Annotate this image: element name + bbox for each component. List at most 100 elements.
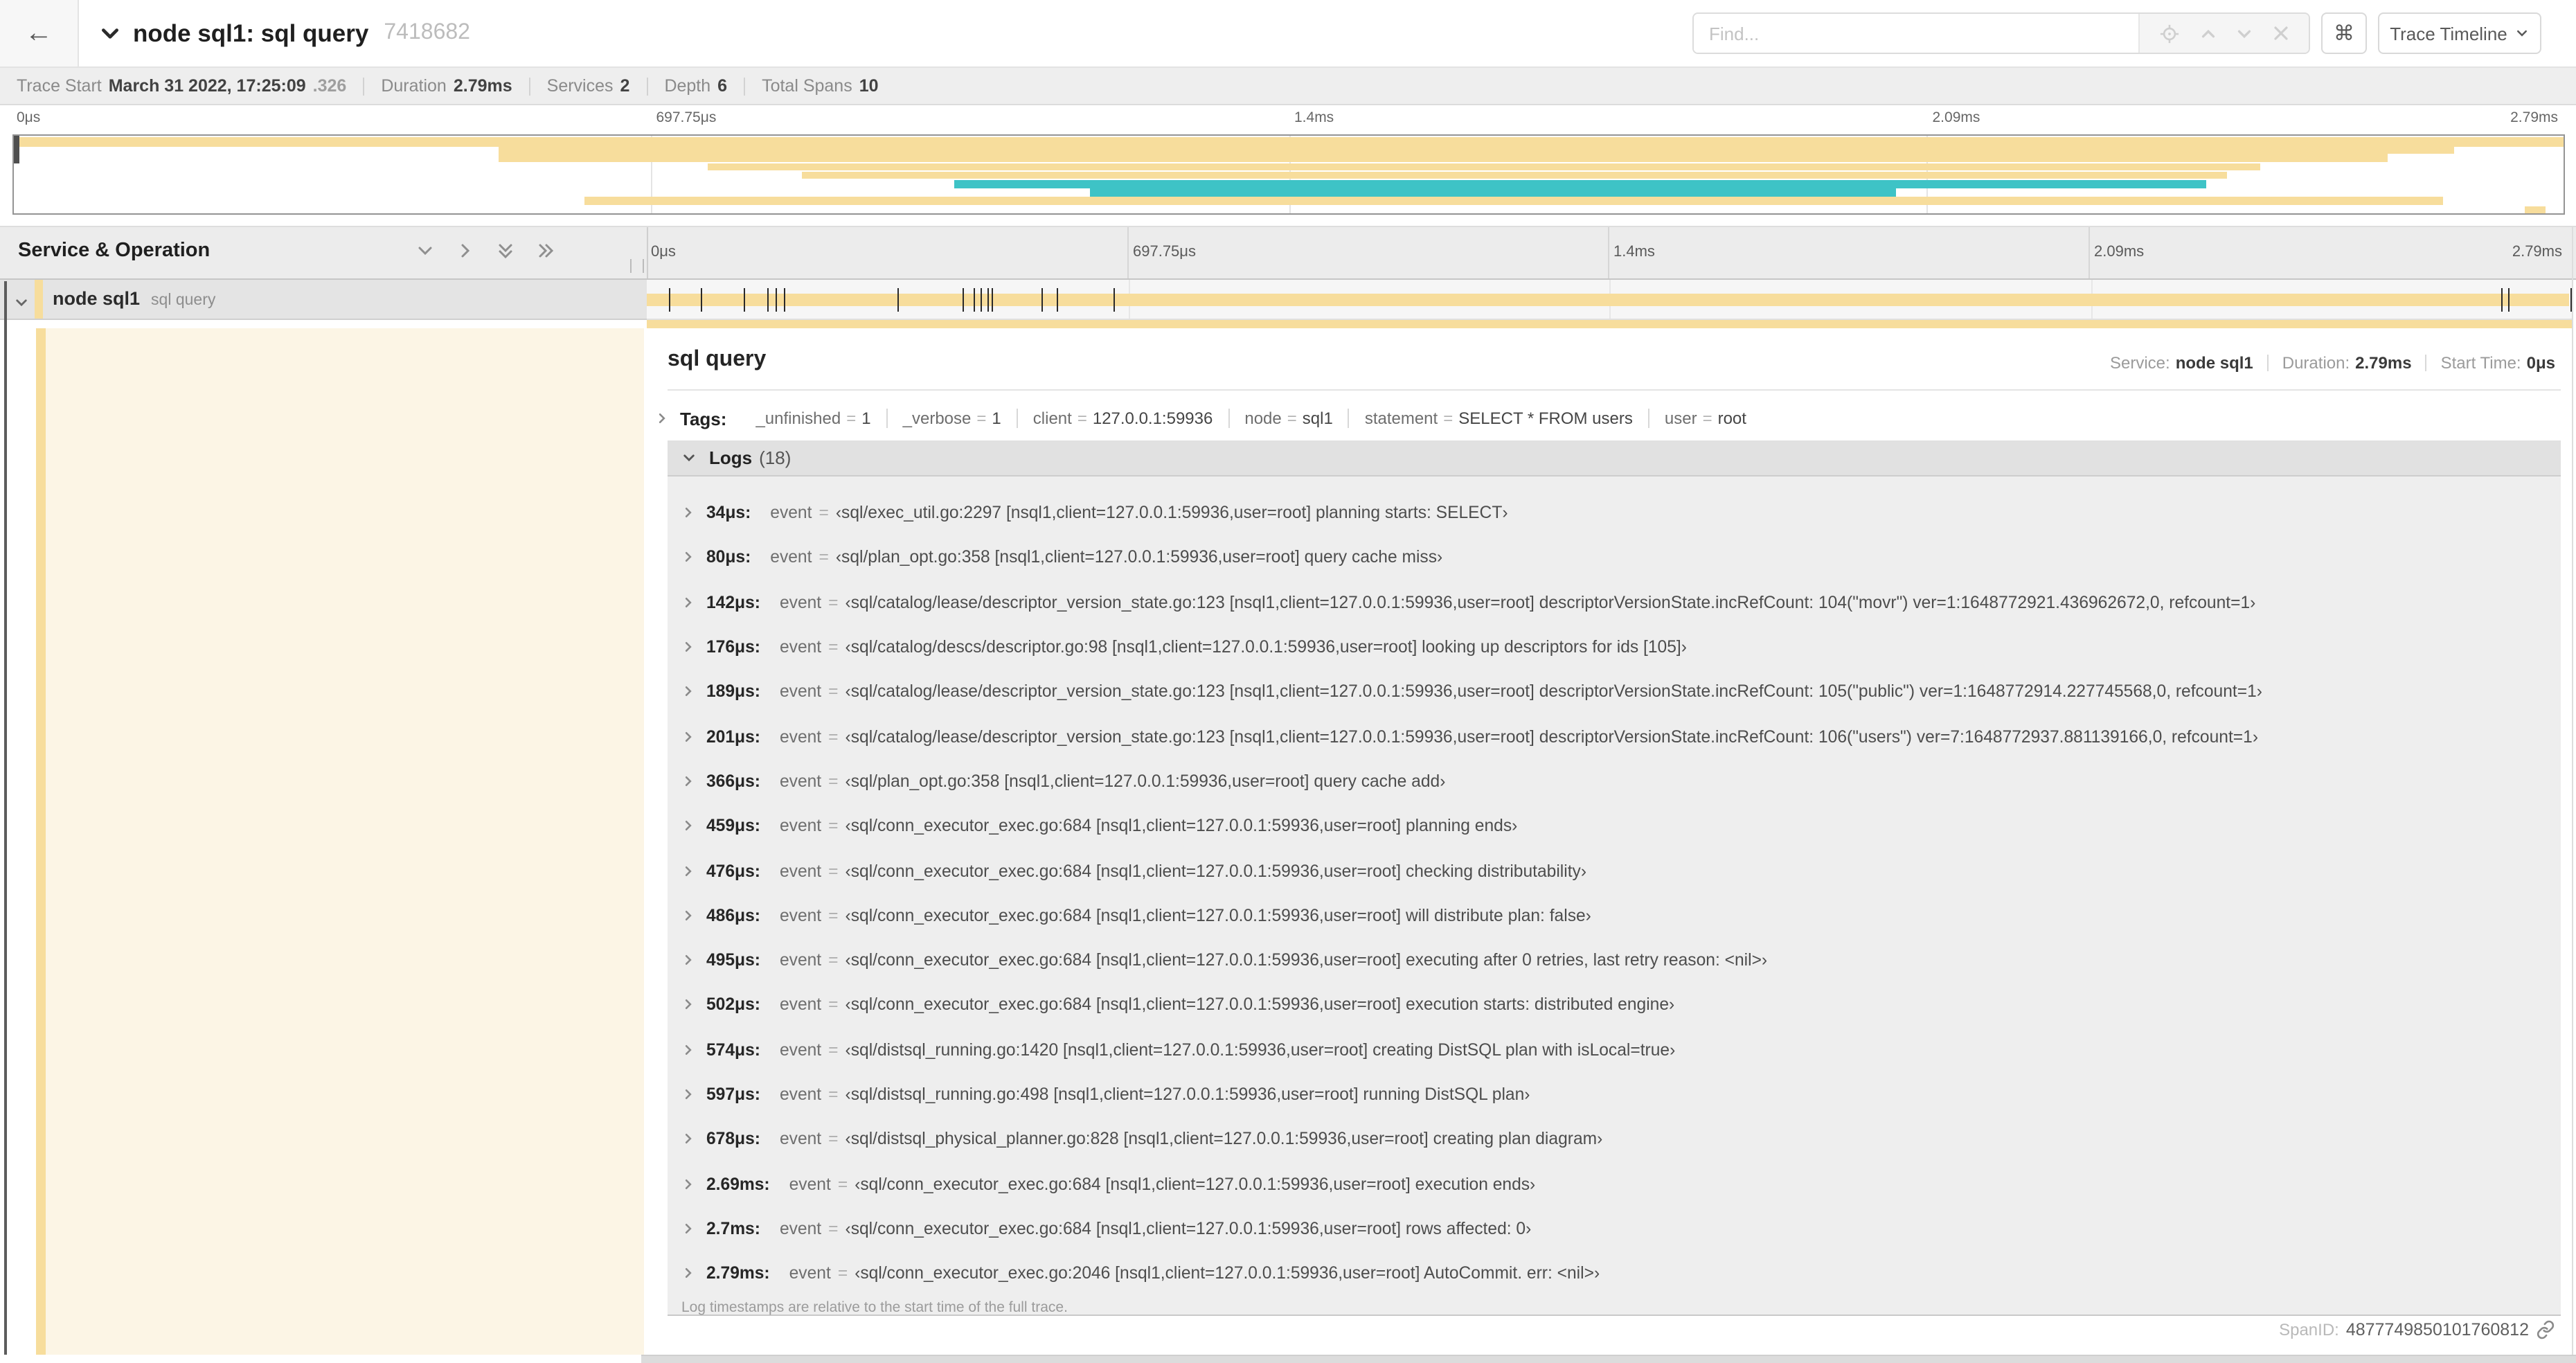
log-event-value: ‹sql/conn_executor_exec.go:684 [nsql1,cl… [845, 1218, 1532, 1238]
log-chevron-right-icon[interactable] [681, 864, 695, 878]
collapse-one-chevron-down-icon[interactable] [415, 241, 435, 260]
log-event-marker[interactable] [1057, 288, 1059, 312]
detail-divider [668, 389, 2561, 391]
log-chevron-right-icon[interactable] [681, 1177, 695, 1191]
span-collapse-chevron-down-icon[interactable] [14, 292, 29, 317]
locate-icon[interactable] [2159, 23, 2180, 44]
minimap-span-bar [498, 145, 2454, 154]
log-event-marker[interactable] [776, 288, 778, 312]
tag-equals: = [846, 409, 857, 428]
log-row[interactable]: 486μs: event = ‹sql/conn_executor_exec.go:6… [668, 893, 2561, 938]
minimap-scrub-handle[interactable] [14, 136, 19, 163]
log-event-marker[interactable] [974, 288, 976, 312]
log-row[interactable]: 2.69ms: event = ‹sql/conn_executor_exec.go:… [668, 1161, 2561, 1206]
tag-item: _verbose = 1 [888, 409, 1018, 428]
tag-equals: = [1077, 409, 1087, 428]
log-event-marker[interactable] [2508, 288, 2510, 312]
log-row[interactable]: 142μs: event = ‹sql/catalog/lease/descripto… [668, 580, 2561, 625]
log-chevron-right-icon[interactable] [681, 998, 695, 1012]
expand-all-double-chevron-right-icon[interactable] [536, 241, 555, 260]
log-chevron-right-icon[interactable] [681, 953, 695, 967]
log-chevron-right-icon[interactable] [681, 1266, 695, 1280]
log-row[interactable]: 366μs: event = ‹sql/plan_opt.go:358 [nsql1,… [668, 759, 2561, 804]
log-equals: = [828, 1218, 839, 1238]
prev-result-chevron-up-icon[interactable] [2199, 24, 2217, 42]
log-row[interactable]: 459μs: event = ‹sql/conn_executor_exec.go:6… [668, 803, 2561, 848]
minimap-span-bar [2525, 206, 2546, 214]
page-title[interactable]: node sql1: sql query [133, 19, 368, 48]
log-field-name: event [789, 1174, 831, 1194]
tags-row[interactable]: Tags: _unfinished = 1 _verbose = 1 client = 127.… [655, 402, 2561, 435]
log-chevron-right-icon[interactable] [681, 774, 695, 788]
log-row[interactable]: 2.79ms: event = ‹sql/conn_executor_exec.go:… [668, 1251, 2561, 1296]
log-row[interactable]: 34μs: event = ‹sql/exec_util.go:2297 [nsql1… [668, 490, 2561, 535]
collapse-all-double-chevron-down-icon[interactable] [496, 241, 515, 260]
log-row[interactable]: 502μs: event = ‹sql/conn_executor_exec.go:6… [668, 983, 2561, 1028]
log-event-marker[interactable] [1041, 288, 1043, 312]
log-row[interactable]: 189μs: event = ‹sql/catalog/lease/descripto… [668, 669, 2561, 714]
log-event-marker[interactable] [962, 288, 964, 312]
log-event-marker[interactable] [992, 288, 994, 312]
next-result-chevron-down-icon[interactable] [2236, 24, 2254, 42]
log-chevron-right-icon[interactable] [681, 506, 695, 519]
log-event-marker[interactable] [767, 288, 769, 312]
tag-item: statement = SELECT * FROM users [1350, 409, 1649, 428]
log-chevron-right-icon[interactable] [681, 819, 695, 832]
column-resizer-handle[interactable] [630, 259, 644, 273]
tag-item: user = root [1649, 409, 1762, 428]
log-field-name: event [779, 950, 822, 970]
log-chevron-right-icon[interactable] [681, 595, 695, 609]
log-row[interactable]: 574μs: event = ‹sql/distsql_running.go:1420… [668, 1027, 2561, 1072]
span-row-name-cell[interactable]: node sql1 sql query [0, 280, 647, 320]
log-row[interactable]: 678μs: event = ‹sql/distsql_physical_planne… [668, 1116, 2561, 1161]
log-event-value: ‹sql/distsql_running.go:498 [nsql1,clien… [845, 1085, 1530, 1104]
trace-view-dropdown[interactable]: Trace Timeline [2378, 12, 2541, 54]
span-bar-cell[interactable] [647, 280, 2572, 320]
log-row[interactable]: 476μs: event = ‹sql/conn_executor_exec.go:6… [668, 848, 2561, 893]
log-event-marker[interactable] [2501, 288, 2503, 312]
log-timestamp: 34μs: [706, 503, 751, 523]
log-event-value: ‹sql/catalog/lease/descriptor_version_st… [845, 682, 2262, 702]
keyboard-shortcuts-button[interactable]: ⌘ [2321, 12, 2367, 54]
log-event-marker[interactable] [987, 288, 989, 312]
deep-link-icon[interactable] [2536, 1320, 2555, 1339]
left-pane-scrollbar[interactable] [4, 281, 7, 1355]
log-event-marker[interactable] [981, 288, 983, 312]
log-chevron-right-icon[interactable] [681, 685, 695, 699]
log-chevron-right-icon[interactable] [681, 551, 695, 564]
log-field-name: event [779, 816, 822, 836]
log-row[interactable]: 80μs: event = ‹sql/plan_opt.go:358 [nsql1,c… [668, 535, 2561, 580]
log-chevron-right-icon[interactable] [681, 1087, 695, 1101]
log-timestamp: 80μs: [706, 547, 751, 567]
log-event-marker[interactable] [668, 288, 670, 312]
log-event-marker[interactable] [700, 288, 702, 312]
log-chevron-right-icon[interactable] [681, 640, 695, 654]
collapse-trace-chevron-down-icon[interactable] [100, 23, 120, 44]
log-event-marker[interactable] [1113, 288, 1115, 312]
clear-find-icon[interactable] [2273, 25, 2289, 42]
log-chevron-right-icon[interactable] [681, 1132, 695, 1146]
log-event-marker[interactable] [897, 288, 900, 312]
trace-metadata-item: Total Spans 10 [762, 76, 878, 96]
minimap-canvas[interactable] [12, 134, 2565, 215]
log-event-marker[interactable] [743, 288, 745, 312]
log-row[interactable]: 2.7ms: event = ‹sql/conn_executor_exec.go:6… [668, 1206, 2561, 1251]
back-button[interactable]: ← [0, 0, 79, 66]
find-input[interactable] [1694, 14, 2138, 53]
log-row[interactable]: 201μs: event = ‹sql/catalog/lease/descripto… [668, 714, 2561, 759]
log-row[interactable]: 597μs: event = ‹sql/distsql_running.go:498 … [668, 1072, 2561, 1117]
minimap-span-bar [584, 197, 2444, 205]
tag-equals: = [976, 409, 987, 428]
log-timestamp: 495μs: [706, 950, 760, 970]
log-chevron-right-icon[interactable] [681, 729, 695, 743]
log-chevron-right-icon[interactable] [681, 909, 695, 923]
log-chevron-right-icon[interactable] [681, 1042, 695, 1056]
log-row[interactable]: 176μs: event = ‹sql/catalog/descs/descripto… [668, 625, 2561, 670]
log-row[interactable]: 495μs: event = ‹sql/conn_executor_exec.go:6… [668, 938, 2561, 983]
log-event-marker[interactable] [784, 288, 786, 312]
log-chevron-right-icon[interactable] [681, 1222, 695, 1236]
logs-header[interactable]: Logs (18) [668, 440, 2561, 476]
log-event-value: ‹sql/plan_opt.go:358 [nsql1,client=127.0… [835, 547, 1443, 567]
span-duration-bar[interactable] [647, 294, 2569, 306]
expand-one-chevron-right-icon[interactable] [456, 241, 475, 260]
